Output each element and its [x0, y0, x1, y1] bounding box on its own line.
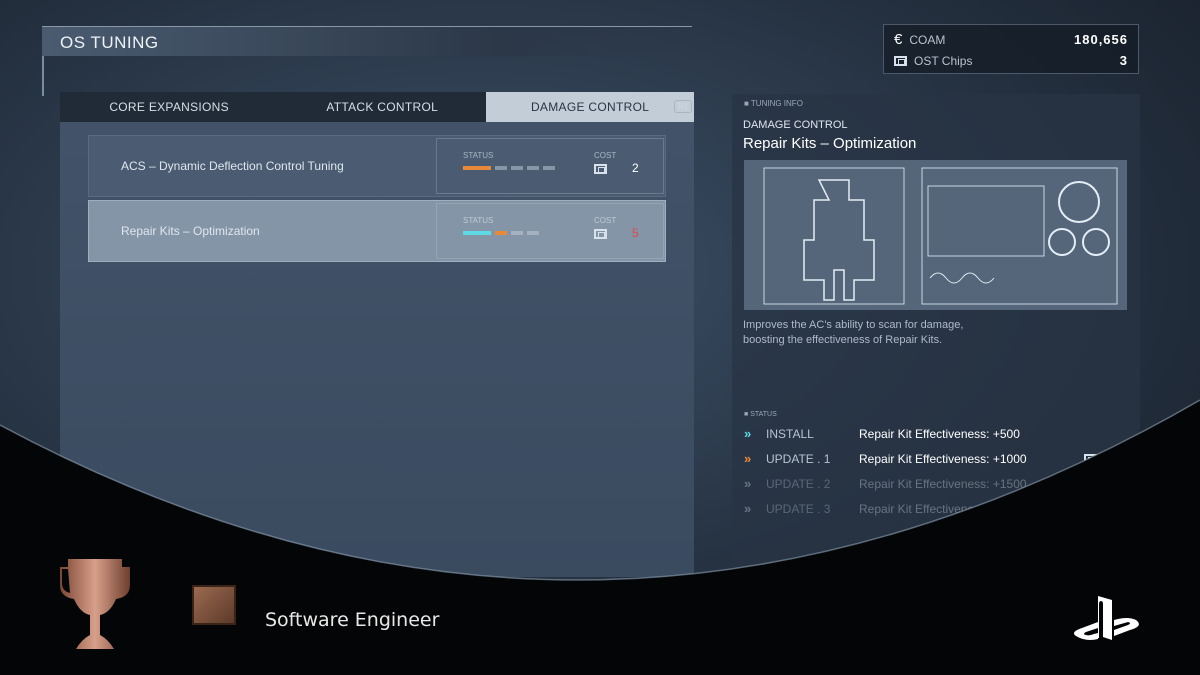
playstation-logo-icon: [1074, 596, 1139, 640]
trophy-overlay: [0, 399, 1200, 675]
trophy-name: Software Engineer: [265, 609, 440, 631]
trophy-game-icon: [192, 585, 236, 625]
trophy-icon: [60, 559, 130, 649]
